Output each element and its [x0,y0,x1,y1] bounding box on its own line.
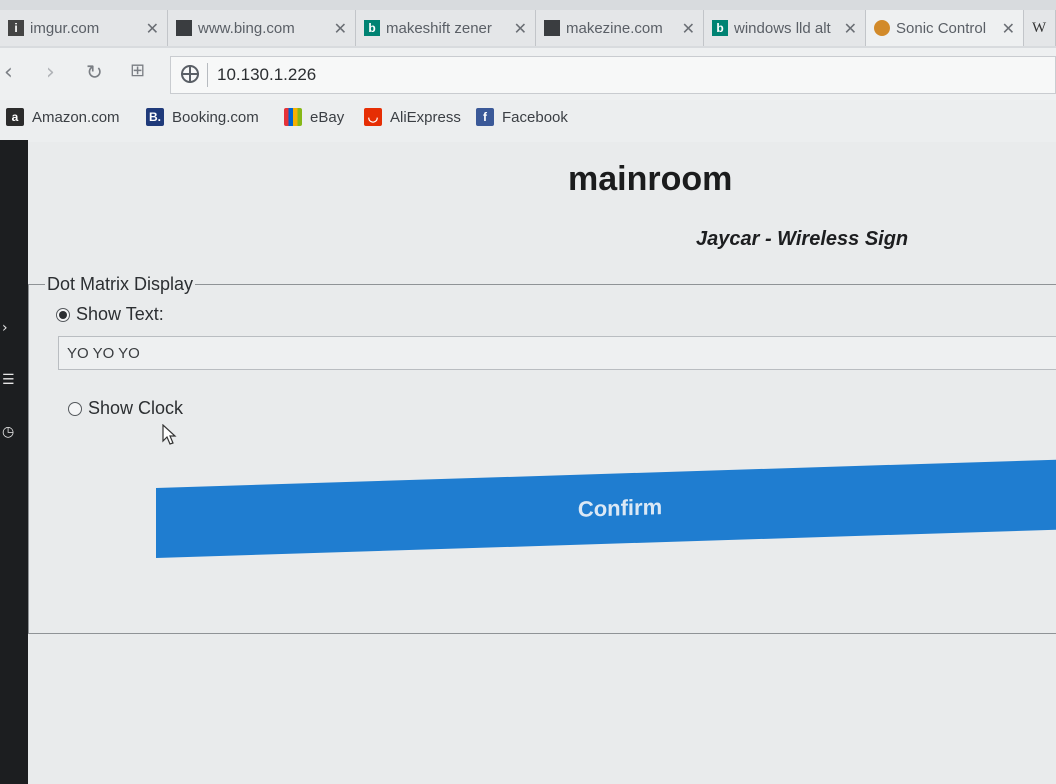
side-panel: › ☰ ◷ [0,140,28,784]
wikipedia-icon: W [1032,19,1047,36]
bookmark-ebay[interactable]: eBay [284,108,344,126]
show-text-label: Show Text: [76,304,164,324]
tab-strip: i imgur.com ✕ www.bing.com ✕ b makeshift… [0,0,1056,48]
tab-bing[interactable]: www.bing.com ✕ [168,10,356,46]
close-tab-icon[interactable]: ✕ [514,19,527,38]
tab-title: www.bing.com [198,19,295,37]
tab-title: Sonic Control [896,19,987,37]
tab-title: windows lld alt [734,19,831,37]
facebook-icon: f [476,108,494,126]
close-tab-icon[interactable]: ✕ [844,19,857,38]
fieldset-legend: Dot Matrix Display [47,274,194,294]
tab-makezine[interactable]: makezine.com ✕ [536,10,704,46]
tab-imgur[interactable]: i imgur.com ✕ [0,10,168,46]
forward-icon[interactable]: › [46,60,55,85]
back-icon[interactable]: ‹ [4,60,13,85]
close-tab-icon[interactable]: ✕ [146,19,159,38]
close-tab-icon[interactable]: ✕ [334,19,347,38]
tab-makeshift-zener[interactable]: b makeshift zener ✕ [356,10,536,46]
address-separator [207,63,208,87]
tab-wikipedia[interactable]: W [1024,10,1056,46]
reading-list-icon[interactable]: ☰ [2,372,18,388]
booking-icon: B. [146,108,164,126]
show-text-option[interactable]: Show Text: [56,304,164,325]
page-subtitle: Jaycar - Wireless Sign [696,228,909,250]
bookmark-amazon[interactable]: a Amazon.com [6,108,120,126]
mouse-cursor-icon [162,424,177,445]
page-content: mainroom Jaycar - Wireless Sign Dot Matr… [28,142,1056,784]
tab-windows-lld[interactable]: b windows lld alt ✕ [704,10,866,46]
bookmarks-bar: a Amazon.com B. Booking.com eBay ◡ AliEx… [0,100,1056,143]
imgur-favicon: i [8,20,24,36]
close-tab-icon[interactable]: ✕ [682,19,695,38]
address-bar[interactable]: 10.130.1.226 [170,56,1056,94]
bookmark-label: AliExpress [390,108,461,126]
address-text[interactable]: 10.130.1.226 [217,65,316,85]
bookmark-aliexpress[interactable]: ◡ AliExpress [364,108,461,126]
bookmark-label: Booking.com [172,108,259,126]
page-title: mainroom [568,160,733,198]
show-clock-radio[interactable] [68,401,82,416]
dot-matrix-fieldset: Dot Matrix Display [28,274,1056,634]
amazon-icon: a [6,108,24,126]
globe-icon [181,65,199,83]
show-clock-option[interactable]: Show Clock [68,398,183,419]
tab-title: makezine.com [566,19,663,37]
page-icon [544,20,560,36]
bookmark-label: Amazon.com [32,108,120,126]
bookmark-label: eBay [310,108,345,126]
bookmark-facebook[interactable]: f Facebook [476,108,568,126]
chevron-right-icon[interactable]: › [2,320,18,336]
page-icon [176,20,192,36]
tab-title: imgur.com [30,19,100,37]
close-tab-icon[interactable]: ✕ [1002,19,1015,38]
browser-toolbar: ‹ › ↻ ⊞ 10.130.1.226 [0,48,1056,100]
tab-sonic-control[interactable]: Sonic Control ✕ [866,10,1024,46]
refresh-icon[interactable]: ↻ [86,60,103,84]
ebay-icon [284,108,302,126]
tab-grid-icon[interactable]: ⊞ [130,60,145,81]
bing-icon: b [364,20,380,36]
history-icon[interactable]: ◷ [2,424,18,440]
bing-icon: b [712,20,728,36]
display-text-input[interactable] [58,336,1056,370]
sonic-icon [874,20,890,36]
aliexpress-icon: ◡ [364,108,382,126]
show-text-radio[interactable] [56,307,70,322]
bookmark-booking[interactable]: B. Booking.com [146,108,259,126]
tab-title: makeshift zener [386,19,492,37]
show-clock-label: Show Clock [88,398,184,418]
bookmark-label: Facebook [502,108,568,126]
